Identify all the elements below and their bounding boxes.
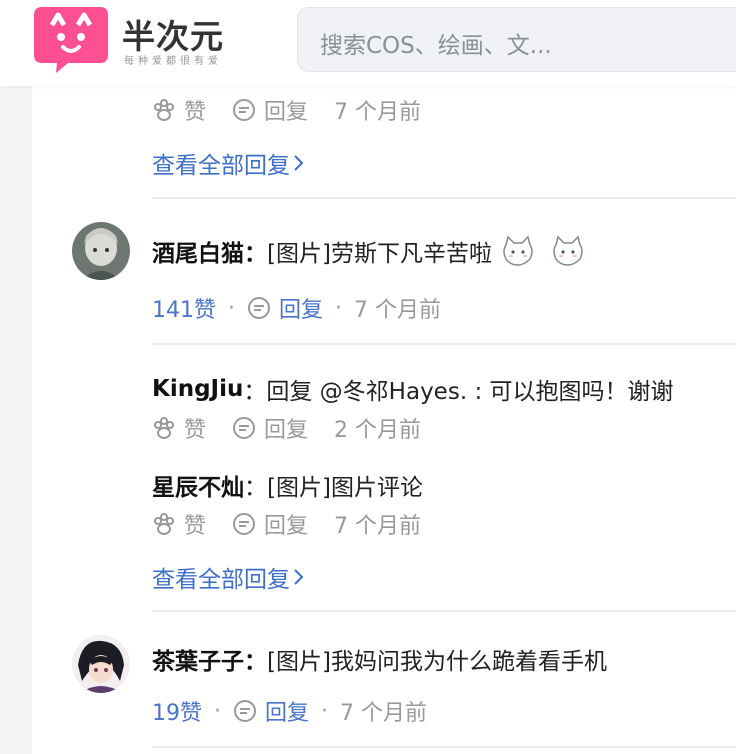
logo-slogan: 每种爱都很有爱 [124, 56, 222, 67]
chevron-right-icon [294, 155, 304, 171]
paw-icon[interactable] [152, 416, 176, 440]
timestamp: 7 个月前 [334, 514, 422, 539]
comment-author[interactable]: 酒尾白猫 [152, 234, 244, 268]
author-separator: ： [244, 241, 267, 267]
reply-button[interactable]: 回复 [264, 94, 308, 126]
page-left-gutter [0, 86, 32, 754]
comment-content: 茶葉子子 ： [图片]我妈问我为什么跪着看手机 [152, 642, 607, 676]
search-placeholder: 搜索COS、绘画、文... [320, 33, 552, 59]
timestamp: 7 个月前 [354, 298, 442, 323]
view-all-label: 查看全部回复 [152, 567, 290, 593]
cat-emoji-icon [553, 235, 583, 266]
author-separator: ： [244, 649, 267, 675]
timestamp: 2 个月前 [334, 418, 422, 443]
paw-icon[interactable] [152, 512, 176, 536]
comment-icon[interactable] [232, 416, 256, 440]
comment-actions: 19赞 · 回复 · 7 个月前 [152, 695, 427, 727]
comment-icon[interactable] [233, 699, 257, 723]
author-separator: ： [244, 475, 267, 501]
author-separator: ： [243, 379, 267, 405]
comment-text: [图片]劳斯下凡辛苦啦 [267, 241, 492, 267]
comment-icon[interactable] [232, 98, 256, 122]
reply-actions: 赞 回复 7 个月前 [152, 508, 421, 540]
view-all-replies-link[interactable]: 查看全部回复 [152, 146, 306, 180]
reply-button[interactable]: 回复 [264, 508, 308, 540]
reply-button[interactable]: 回复 [279, 292, 323, 324]
reply-actions: 赞 回复 7 个月前 [152, 94, 421, 126]
timestamp: 7 个月前 [340, 701, 428, 726]
reply-button[interactable]: 回复 [264, 412, 308, 444]
cat-emoji-icon [503, 235, 533, 266]
top-header: 半次元 每种爱都很有爱 搜索COS、绘画、文... [0, 0, 736, 86]
divider [152, 610, 736, 612]
logo-text[interactable]: 半次元 [122, 10, 224, 58]
reply-author[interactable]: 星辰不灿 [152, 468, 244, 502]
search-input[interactable]: 搜索COS、绘画、文... [297, 7, 736, 72]
like-count[interactable]: 141赞 [152, 292, 216, 324]
reply-author[interactable]: KingJiu [152, 376, 243, 402]
comment-text: [图片]我妈问我为什么跪着看手机 [267, 649, 607, 675]
view-all-replies-link[interactable]: 查看全部回复 [152, 560, 306, 594]
avatar[interactable] [72, 222, 130, 280]
reply-content: KingJiu ： 回复 @冬祁Hayes. : 可以抱图吗！谢谢 [152, 372, 674, 406]
comment-actions: 141赞 · 回复 · 7 个月前 [152, 292, 441, 324]
comment-icon[interactable] [232, 512, 256, 536]
view-all-label: 查看全部回复 [152, 153, 290, 179]
like-label[interactable]: 赞 [184, 508, 206, 540]
divider [152, 746, 736, 748]
comment-section: 赞 回复 7 个月前 查看全部回复 酒尾白猫 ： [图片]劳斯下凡辛苦啦 141… [32, 86, 736, 754]
timestamp: 7 个月前 [334, 100, 422, 125]
chevron-right-icon [294, 569, 304, 585]
like-label[interactable]: 赞 [184, 94, 206, 126]
comment-author[interactable]: 茶葉子子 [152, 642, 244, 676]
like-label[interactable]: 赞 [184, 412, 206, 444]
comment-content: 酒尾白猫 ： [图片]劳斯下凡辛苦啦 [152, 234, 586, 268]
divider [152, 197, 736, 199]
reply-text: 回复 @冬祁Hayes. : 可以抱图吗！谢谢 [266, 379, 674, 405]
reply-button[interactable]: 回复 [265, 695, 309, 727]
comment-icon[interactable] [247, 296, 271, 320]
avatar[interactable] [72, 635, 130, 693]
divider [152, 343, 736, 345]
reply-text: [图片]图片评论 [267, 475, 423, 501]
paw-icon[interactable] [152, 98, 176, 122]
reply-actions: 赞 回复 2 个月前 [152, 412, 421, 444]
logo-icon[interactable] [32, 3, 110, 75]
like-count[interactable]: 19赞 [152, 695, 202, 727]
reply-content: 星辰不灿 ： [图片]图片评论 [152, 468, 423, 502]
